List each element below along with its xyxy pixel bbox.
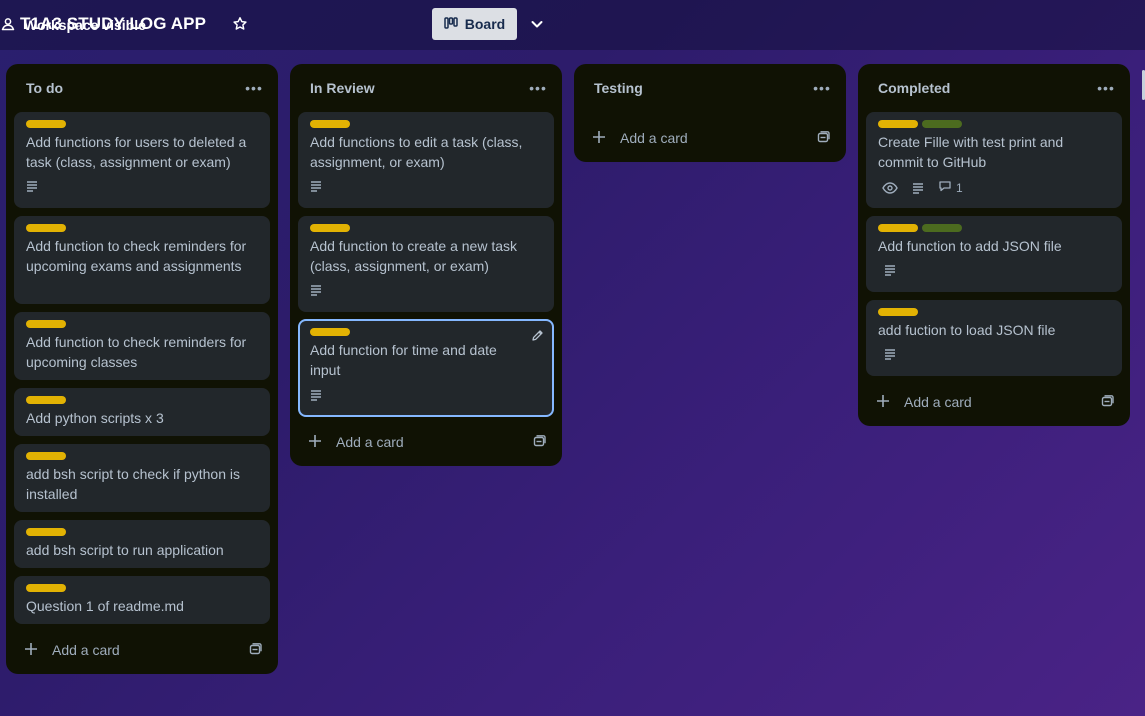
label-yellow bbox=[26, 320, 66, 328]
label-yellow bbox=[878, 120, 918, 128]
comment-count: 1 bbox=[956, 180, 963, 195]
add-card-button[interactable]: Add a card bbox=[298, 426, 554, 458]
add-card-button[interactable]: Add a card bbox=[14, 634, 270, 666]
card[interactable]: Add function to add JSON file bbox=[866, 216, 1122, 292]
more-icon[interactable]: ••• bbox=[810, 78, 834, 98]
card-title: Add function for time and date input bbox=[310, 342, 497, 378]
description-icon bbox=[912, 182, 924, 194]
card[interactable]: Add function to check reminders for upco… bbox=[14, 216, 270, 304]
add-card-button[interactable]: Add a card bbox=[582, 122, 838, 154]
label-yellow bbox=[26, 528, 66, 536]
template-icon[interactable] bbox=[248, 642, 262, 661]
card[interactable]: Add function to create a new task (class… bbox=[298, 216, 554, 312]
card-title: add bsh script to run application bbox=[26, 542, 224, 558]
star-icon[interactable] bbox=[231, 15, 249, 33]
eye-icon bbox=[882, 181, 898, 194]
label-yellow bbox=[310, 224, 350, 232]
board-view-label: Board bbox=[464, 16, 506, 32]
card-title: Create Fille with test print and commit … bbox=[878, 134, 1064, 170]
card-title: Add function to check reminders for upco… bbox=[26, 334, 247, 370]
board-title[interactable]: T1A3 STUDY LOG APP bbox=[20, 14, 206, 34]
plus-icon bbox=[24, 642, 38, 661]
template-icon[interactable] bbox=[532, 434, 546, 453]
card-title: Add function to check reminders for upco… bbox=[26, 238, 247, 274]
board-icon bbox=[444, 16, 458, 32]
comment-badge: 1 bbox=[938, 180, 963, 195]
add-card-button[interactable]: Add a card bbox=[866, 386, 1122, 418]
description-icon bbox=[310, 284, 322, 296]
card-title: Add function to create a new task (class… bbox=[310, 238, 518, 274]
list-completed: Completed ••• Create Fille with test pri… bbox=[858, 64, 1130, 426]
label-yellow bbox=[26, 224, 66, 232]
card-title: Add python scripts x 3 bbox=[26, 410, 164, 426]
card[interactable]: add bsh script to check if python is ins… bbox=[14, 444, 270, 512]
list-todo: To do ••• Add functions for users to del… bbox=[6, 64, 278, 674]
description-icon bbox=[310, 180, 322, 192]
board-header: T1A3 STUDY LOG APP Workspace visible Boa… bbox=[0, 0, 1145, 50]
plus-icon bbox=[876, 394, 890, 413]
label-green bbox=[922, 120, 962, 128]
label-yellow bbox=[26, 584, 66, 592]
card[interactable]: Add function to check reminders for upco… bbox=[14, 312, 270, 380]
add-card-label: Add a card bbox=[336, 434, 404, 450]
card[interactable]: Add python scripts x 3 bbox=[14, 388, 270, 436]
description-icon bbox=[884, 264, 896, 276]
list-title[interactable]: Testing bbox=[594, 80, 643, 96]
label-yellow bbox=[26, 120, 66, 128]
add-card-label: Add a card bbox=[52, 642, 120, 658]
card[interactable]: add bsh script to run application bbox=[14, 520, 270, 568]
description-icon bbox=[26, 180, 38, 192]
comment-icon bbox=[938, 180, 952, 195]
description-icon bbox=[310, 389, 322, 401]
card-title: Add functions to edit a task (class, ass… bbox=[310, 134, 523, 170]
template-icon[interactable] bbox=[1100, 394, 1114, 413]
card[interactable]: Question 1 of readme.md bbox=[14, 576, 270, 624]
card[interactable]: add fuction to load JSON file bbox=[866, 300, 1122, 376]
card-title: add bsh script to check if python is ins… bbox=[26, 466, 240, 502]
card-title: Question 1 of readme.md bbox=[26, 598, 184, 614]
description-icon bbox=[884, 348, 896, 360]
add-card-label: Add a card bbox=[904, 394, 972, 410]
chevron-down-icon[interactable] bbox=[528, 15, 546, 33]
card[interactable]: Add functions to edit a task (class, ass… bbox=[298, 112, 554, 208]
list-title[interactable]: Completed bbox=[878, 80, 950, 96]
more-icon[interactable]: ••• bbox=[1094, 78, 1118, 98]
card-title: add fuction to load JSON file bbox=[878, 322, 1056, 338]
more-icon[interactable]: ••• bbox=[526, 78, 550, 98]
people-icon bbox=[0, 16, 16, 35]
board-view-button[interactable]: Board bbox=[432, 8, 517, 40]
label-yellow bbox=[310, 328, 350, 336]
card[interactable]: Create Fille with test print and commit … bbox=[866, 112, 1122, 208]
card-title: Add functions for users to deleted a tas… bbox=[26, 134, 247, 170]
label-yellow bbox=[310, 120, 350, 128]
card-title: Add function to add JSON file bbox=[878, 238, 1062, 254]
card-active[interactable]: Add function for time and date input bbox=[298, 319, 554, 417]
list-title[interactable]: In Review bbox=[310, 80, 375, 96]
plus-icon bbox=[308, 434, 322, 453]
add-card-label: Add a card bbox=[620, 130, 688, 146]
list-title[interactable]: To do bbox=[26, 80, 63, 96]
list-testing: Testing ••• Add a card bbox=[574, 64, 846, 162]
card[interactable]: Add functions for users to deleted a tas… bbox=[14, 112, 270, 208]
template-icon[interactable] bbox=[816, 130, 830, 149]
label-green bbox=[922, 224, 962, 232]
label-yellow bbox=[878, 224, 918, 232]
label-yellow bbox=[878, 308, 918, 316]
label-yellow bbox=[26, 452, 66, 460]
plus-icon bbox=[592, 130, 606, 149]
edit-pencil-icon[interactable] bbox=[531, 329, 544, 347]
list-in-review: In Review ••• Add functions to edit a ta… bbox=[290, 64, 562, 466]
label-yellow bbox=[26, 396, 66, 404]
more-icon[interactable]: ••• bbox=[242, 78, 266, 98]
